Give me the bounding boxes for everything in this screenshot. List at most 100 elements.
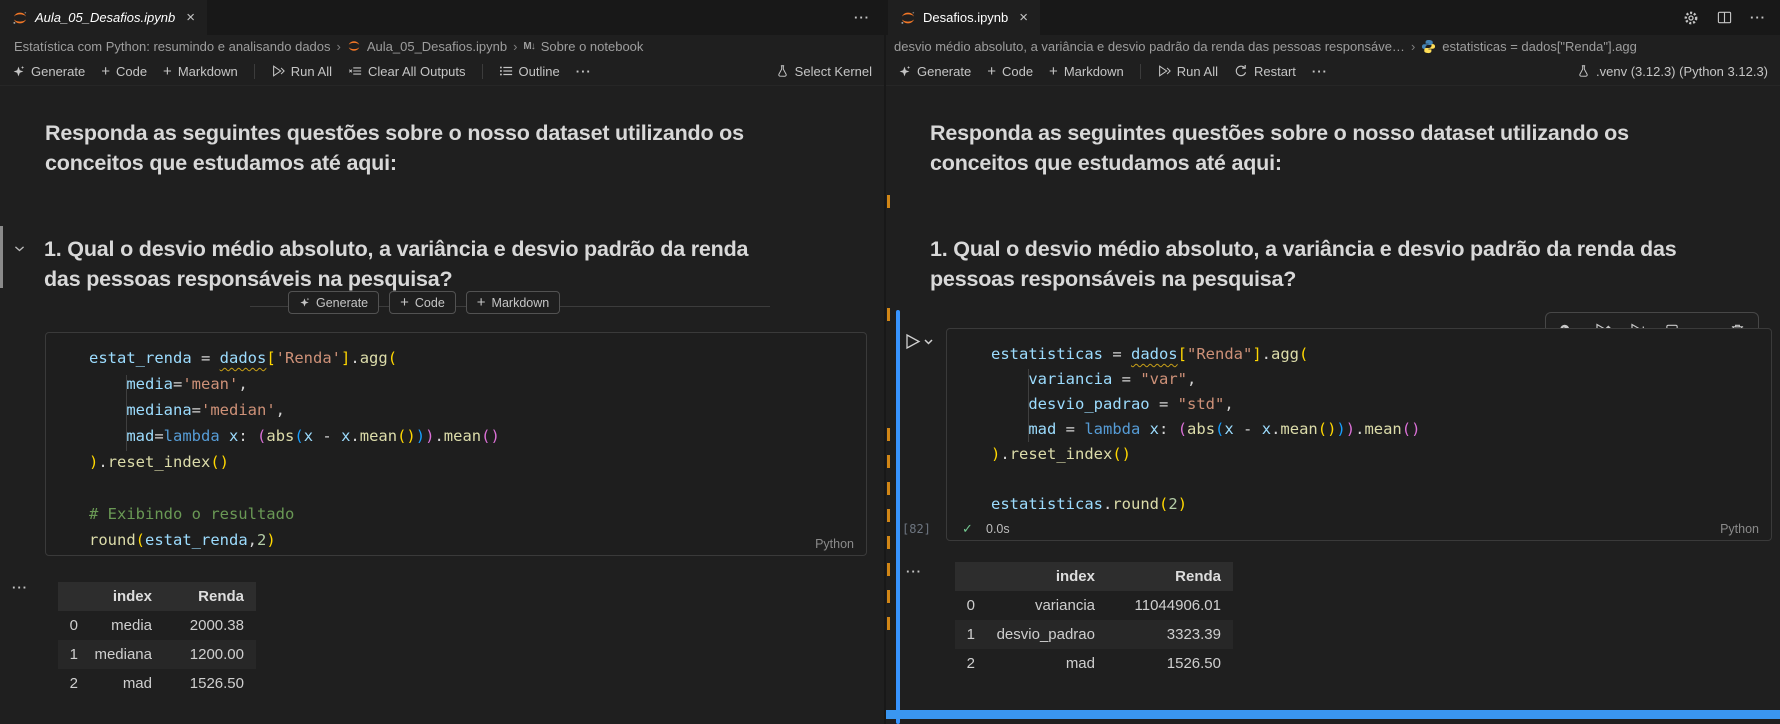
success-check-icon: ✓	[962, 521, 973, 536]
notebook-toolbar-left: Generate + Code + Markdown Run All Clear…	[0, 57, 884, 86]
code-cell[interactable]: estatisticas = dados["Renda"].agg( varia…	[946, 328, 1772, 541]
generate-label: Generate	[31, 63, 86, 79]
modified-marker	[887, 428, 890, 441]
breadcrumb-section[interactable]: desvio médio absoluto, a variância e des…	[894, 39, 1405, 54]
cell-language-label[interactable]: Python	[815, 537, 854, 551]
table-row: 0 variancia 11044906.01	[966, 597, 1221, 614]
output-options-icon[interactable]: ···	[12, 580, 28, 595]
code-editor[interactable]: estatisticas = dados["Renda"].agg( varia…	[991, 342, 1420, 517]
code-line: ).reset_index()	[89, 453, 230, 471]
execution-time: 0.0s	[986, 522, 1010, 536]
clear-all-icon	[348, 64, 362, 78]
notebook-toolbar-right: Generate + Code + Markdown Run All Resta…	[886, 57, 1780, 86]
chevron-down-icon[interactable]	[13, 242, 26, 255]
cell-language-label[interactable]: Python	[1720, 522, 1759, 536]
notebook-body-right: Responda as seguintes questões sobre o n…	[886, 86, 1780, 724]
modified-marker	[887, 195, 890, 208]
run-all-icon	[1157, 64, 1171, 78]
plus-icon: +	[987, 62, 996, 80]
restart-button[interactable]: Restart	[1234, 64, 1296, 79]
toolbar-divider	[481, 63, 483, 79]
select-kernel-button[interactable]: Select Kernel	[776, 64, 872, 79]
modified-marker	[887, 308, 890, 321]
code-line: estat_renda = dados['Renda'].agg(	[89, 349, 398, 367]
table-row: 1 mediana 1200.00	[58, 640, 256, 669]
tab-aula-05-desafios[interactable]: Aula_05_Desafios.ipynb ×	[0, 0, 207, 35]
tab-title: Desafios.ipynb	[923, 10, 1009, 25]
sparkle-icon	[898, 65, 911, 78]
code-editor[interactable]: estat_renda = dados['Renda'].agg( media=…	[89, 345, 500, 553]
close-icon[interactable]: ×	[1019, 10, 1028, 25]
output-options-icon[interactable]: ···	[906, 564, 922, 579]
run-all-icon	[271, 64, 285, 78]
toolbar-divider	[253, 63, 255, 79]
run-all-label: Run All	[1176, 63, 1218, 79]
execution-count: [82]	[902, 522, 931, 536]
code-line: variancia = "var",	[1028, 370, 1197, 388]
editor-group-right: Desafios.ipynb × ··· desvio médio absolu…	[886, 0, 1780, 724]
outline-label: Outline	[518, 63, 560, 79]
cell-focus-bar	[0, 226, 3, 288]
modified-marker	[887, 482, 890, 495]
run-all-button[interactable]: Run All	[1157, 64, 1218, 79]
close-icon[interactable]: ×	[186, 10, 195, 25]
tab-bar-left: Aula_05_Desafios.ipynb × ···	[0, 0, 884, 35]
kernel-picker-button[interactable]: .venv (3.12.3) (Python 3.12.3)	[1577, 64, 1768, 79]
plus-icon: +	[163, 62, 172, 80]
breadcrumb-folder[interactable]: Estatística com Python: resumindo e anal…	[14, 39, 331, 54]
table-header-row: index Renda	[955, 562, 1233, 591]
breadcrumb-separator-icon: ›	[513, 38, 518, 54]
run-all-label: Run All	[290, 63, 332, 79]
tab-desafios[interactable]: Desafios.ipynb ×	[888, 0, 1041, 35]
insert-markdown-cell-button[interactable]: + Markdown	[465, 291, 561, 314]
markdown-question-heading: 1. Qual o desvio médio absoluto, a variâ…	[930, 237, 1677, 291]
code-line: estatisticas = dados["Renda"].agg(	[991, 345, 1309, 363]
table-header-row: index Renda	[58, 582, 256, 611]
modified-marker	[887, 509, 890, 522]
run-cell-button[interactable]	[902, 332, 936, 351]
breadcrumb-separator-icon: ›	[1410, 38, 1416, 54]
notebook-body-left: Responda as seguintes questões sobre o n…	[0, 86, 884, 724]
flask-icon	[1577, 64, 1590, 78]
clear-all-outputs-button[interactable]: Clear All Outputs	[348, 64, 466, 79]
markdown-icon: M↓	[523, 40, 535, 52]
toolbar-more-icon[interactable]: ···	[576, 64, 592, 79]
add-markdown-button[interactable]: + Markdown	[163, 64, 238, 79]
outline-button[interactable]: Outline	[499, 64, 560, 79]
table-row: 2 mad 1526.50	[69, 675, 244, 692]
add-markdown-label: Markdown	[1063, 63, 1124, 79]
code-line: mediana='median',	[126, 401, 285, 419]
add-markdown-button[interactable]: + Markdown	[1049, 64, 1124, 79]
code-cell[interactable]: estat_renda = dados['Renda'].agg( media=…	[45, 332, 867, 556]
breadcrumb-section[interactable]: Sobre o notebook	[541, 39, 644, 54]
breadcrumb-code[interactable]: estatisticas = dados["Renda"].agg	[1442, 39, 1637, 54]
modified-marker	[887, 536, 890, 549]
sparkle-icon	[12, 65, 25, 78]
run-all-button[interactable]: Run All	[271, 64, 332, 79]
editor-actions-more-icon[interactable]: ···	[854, 10, 870, 25]
add-code-button[interactable]: + Code	[101, 64, 147, 79]
editor-actions-more-icon[interactable]: ···	[1750, 10, 1766, 25]
insert-code-cell-button[interactable]: + Code	[389, 291, 456, 314]
output-table: index Renda 0 media 2000.38 1 mediana 1200.00 2 m…	[58, 582, 256, 698]
split-editor-icon[interactable]	[1717, 10, 1732, 25]
cell-insert-toolbar: Generate + Code + Markdown	[288, 291, 561, 314]
add-code-button[interactable]: + Code	[987, 64, 1033, 79]
table-row: 2 mad 1526.50	[966, 655, 1221, 672]
markdown-heading: Responda as seguintes questões sobre o n…	[45, 121, 744, 175]
insert-code-label: Code	[414, 295, 445, 310]
plus-icon: +	[1049, 62, 1058, 80]
generate-button[interactable]: Generate	[12, 64, 85, 79]
toolbar-more-icon[interactable]: ···	[1312, 64, 1328, 79]
select-kernel-label: Select Kernel	[794, 63, 872, 79]
jupyter-icon	[347, 39, 361, 53]
jupyter-icon	[12, 10, 28, 26]
focused-cell-bar	[896, 310, 900, 724]
code-line: desvio_padrao = "std",	[1028, 395, 1234, 413]
gear-icon[interactable]	[1683, 10, 1699, 26]
code-line: ).reset_index()	[991, 445, 1132, 463]
generate-button[interactable]: Generate	[898, 64, 971, 79]
generate-cell-button[interactable]: Generate	[288, 291, 380, 314]
breadcrumb-file[interactable]: Aula_05_Desafios.ipynb	[367, 39, 507, 54]
